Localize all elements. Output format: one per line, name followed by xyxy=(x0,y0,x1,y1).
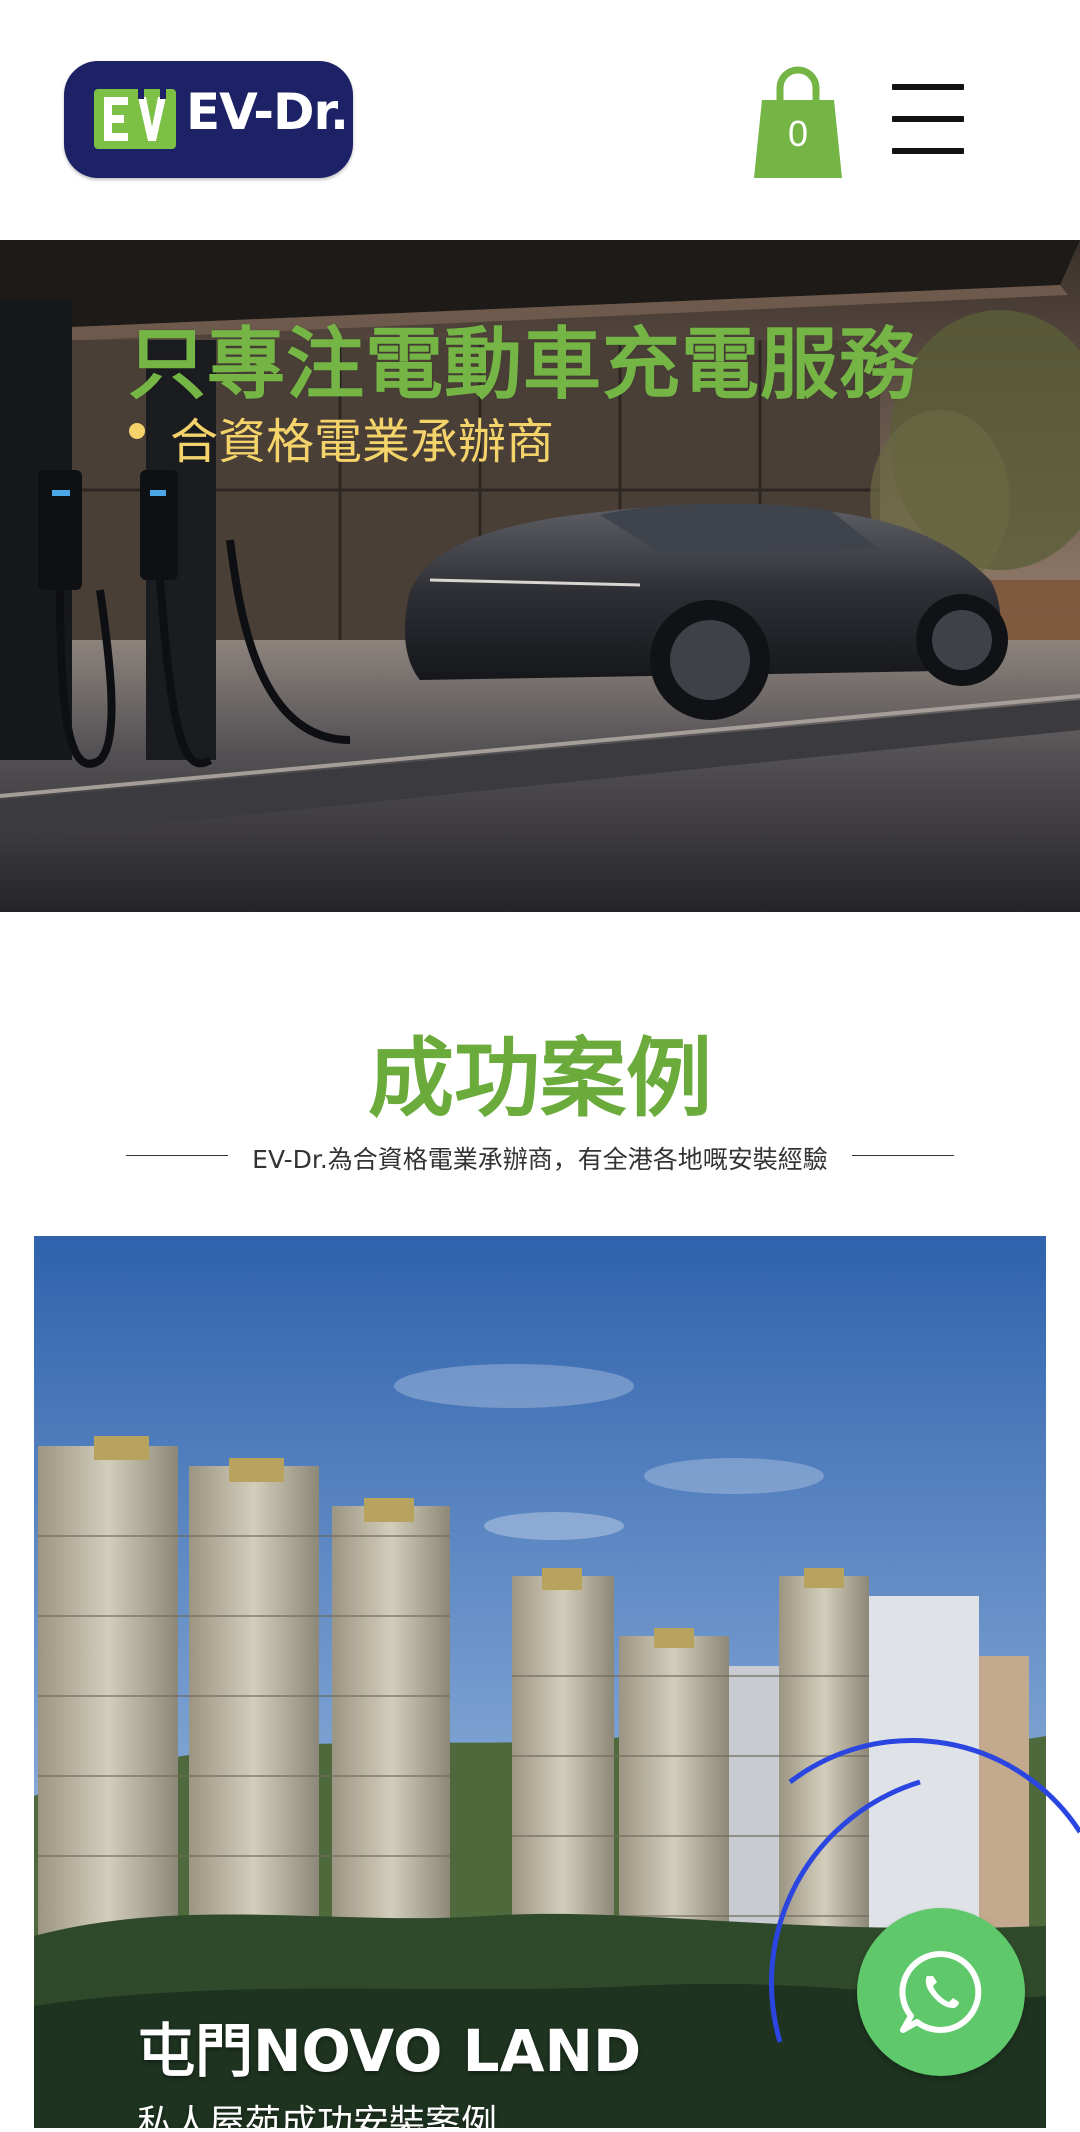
hero-subtitle: 合資格電業承辦商 xyxy=(170,414,555,470)
divider-line xyxy=(852,1155,954,1156)
sparkle-bullet-icon xyxy=(129,423,145,439)
site-header: EV-Dr. 0 xyxy=(0,0,1080,240)
whatsapp-icon xyxy=(899,1950,982,2033)
case-subtitle: 私人屋苑成功安裝案例 xyxy=(137,2103,498,2128)
cart-button[interactable]: 0 xyxy=(754,66,842,178)
section-title: 成功案例 xyxy=(368,1029,712,1129)
hero-title: 只專注電動車充電服務 xyxy=(128,320,919,410)
menu-line xyxy=(892,148,964,154)
case-title: 屯門NOVO LAND xyxy=(137,2017,642,2085)
hamburger-menu-button[interactable] xyxy=(888,80,968,156)
menu-line xyxy=(892,116,964,122)
cart-count: 0 xyxy=(787,113,809,154)
ev-logo-mark-icon xyxy=(94,89,176,149)
hero-banner: 只專注電動車充電服務 合資格電業承辦商 xyxy=(0,240,1080,912)
section-subtitle: EV-Dr.為合資格電業承辦商，有全港各地嘅安裝經驗 xyxy=(252,1145,828,1174)
menu-line xyxy=(892,84,964,90)
section-subtitle-row: EV-Dr.為合資格電業承辦商，有全港各地嘅安裝經驗 xyxy=(126,1140,954,1174)
logo-text: EV-Dr. xyxy=(186,83,349,141)
whatsapp-button[interactable] xyxy=(857,1908,1025,2076)
ev-dr-logo[interactable]: EV-Dr. xyxy=(64,61,353,178)
